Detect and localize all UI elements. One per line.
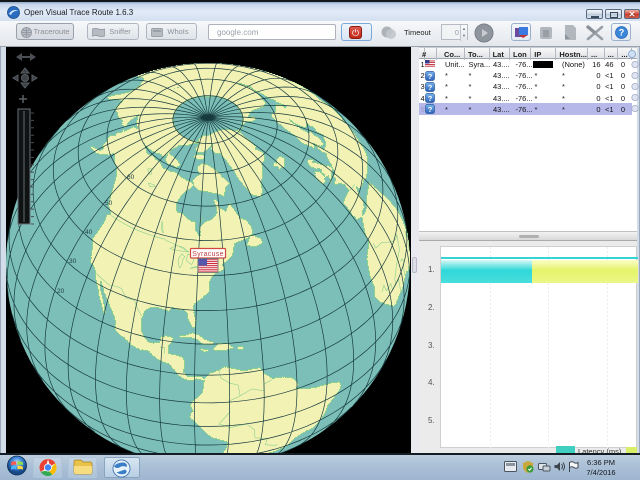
- svg-text:60: 60: [127, 174, 135, 181]
- svg-text:Syracuse: Syracuse: [192, 251, 224, 258]
- svg-text:20: 20: [57, 288, 65, 295]
- svg-text:40: 40: [85, 229, 93, 236]
- svg-text:?: ?: [428, 94, 433, 103]
- svg-text:30: 30: [69, 258, 77, 265]
- svg-text:50: 50: [105, 200, 113, 207]
- svg-text:?: ?: [428, 105, 433, 114]
- svg-text:?: ?: [428, 83, 433, 92]
- svg-text:?: ?: [428, 71, 433, 80]
- svg-text:?: ?: [619, 28, 625, 38]
